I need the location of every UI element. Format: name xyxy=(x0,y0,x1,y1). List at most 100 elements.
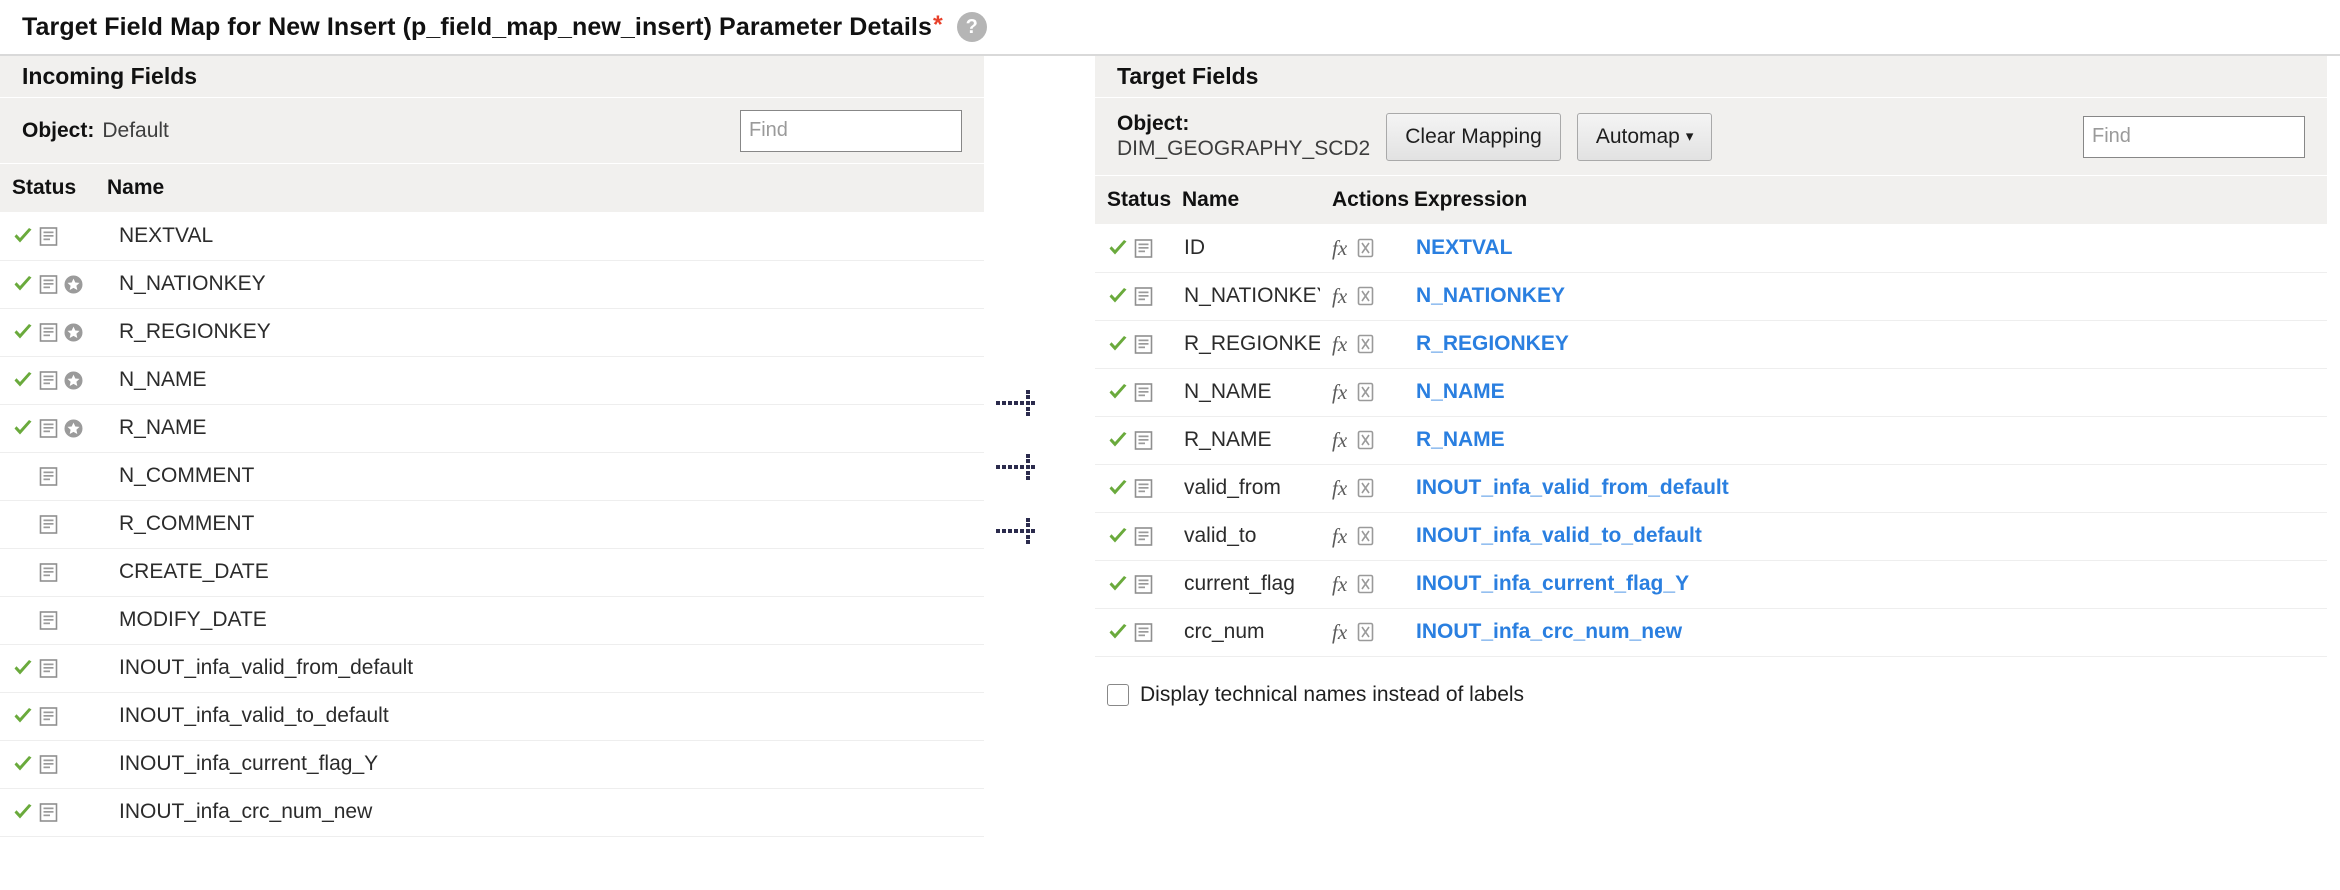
target-field-row[interactable]: R_NAME fx R_NAME xyxy=(1095,416,2327,465)
incoming-row-status xyxy=(0,692,95,741)
target-field-row[interactable]: current_flag fx INOUT_infa_current_flag_Y xyxy=(1095,560,2327,609)
target-field-row[interactable]: valid_from fx INOUT_infa_valid_from_defaul… xyxy=(1095,464,2327,513)
expression-link[interactable]: INOUT_infa_current_flag_Y xyxy=(1416,572,1689,595)
fx-icon[interactable]: fx xyxy=(1332,477,1347,499)
field-detail-icon[interactable] xyxy=(38,562,59,583)
fx-icon[interactable]: fx xyxy=(1332,237,1347,259)
target-row-expression[interactable]: INOUT_infa_valid_to_default xyxy=(1402,512,2327,561)
target-field-row[interactable]: N_NATIONKEY fx N_NATIONKEY xyxy=(1095,272,2327,321)
mapping-arrow-icon[interactable] xyxy=(995,454,1039,480)
target-field-row[interactable]: crc_num fx INOUT_infa_crc_num_new xyxy=(1095,608,2327,657)
field-detail-icon[interactable] xyxy=(38,514,59,535)
field-detail-icon[interactable] xyxy=(1133,238,1154,259)
incoming-field-row[interactable]: N_NATIONKEY xyxy=(0,260,984,309)
expression-link[interactable]: NEXTVAL xyxy=(1416,236,1512,259)
target-row-expression[interactable]: INOUT_infa_valid_from_default xyxy=(1402,464,2327,513)
field-detail-icon[interactable] xyxy=(38,466,59,487)
field-detail-icon[interactable] xyxy=(38,418,59,439)
fx-icon[interactable]: fx xyxy=(1332,333,1347,355)
clear-mapping-button[interactable]: Clear Mapping xyxy=(1386,112,1561,161)
fx-icon[interactable]: fx xyxy=(1332,429,1347,451)
target-field-row[interactable]: ID fx NEXTVAL xyxy=(1095,224,2327,273)
expression-link[interactable]: INOUT_infa_crc_num_new xyxy=(1416,620,1682,643)
field-detail-icon[interactable] xyxy=(1133,334,1154,355)
field-detail-icon[interactable] xyxy=(38,370,59,391)
clear-expression-icon[interactable] xyxy=(1356,430,1375,450)
clear-expression-icon[interactable] xyxy=(1356,574,1375,594)
incoming-row-name: N_NAME xyxy=(95,356,984,405)
field-detail-icon[interactable] xyxy=(1133,478,1154,499)
expression-link[interactable]: R_REGIONKEY xyxy=(1416,332,1569,355)
incoming-field-row[interactable]: INOUT_infa_valid_from_default xyxy=(0,644,984,693)
incoming-row-status xyxy=(0,452,95,501)
field-detail-icon[interactable] xyxy=(1133,622,1154,643)
incoming-field-row[interactable]: R_REGIONKEY xyxy=(0,308,984,357)
fx-icon[interactable]: fx xyxy=(1332,621,1347,643)
expression-link[interactable]: INOUT_infa_valid_from_default xyxy=(1416,476,1729,499)
field-detail-icon[interactable] xyxy=(38,322,59,343)
incoming-field-row[interactable]: INOUT_infa_valid_to_default xyxy=(0,692,984,741)
primary-key-icon xyxy=(63,370,84,391)
field-detail-icon[interactable] xyxy=(38,802,59,823)
field-detail-icon[interactable] xyxy=(1133,430,1154,451)
incoming-field-row[interactable]: R_COMMENT xyxy=(0,500,984,549)
expression-link[interactable]: N_NAME xyxy=(1416,380,1505,403)
incoming-field-row[interactable]: NEXTVAL xyxy=(0,212,984,261)
mapping-arrow-icon[interactable] xyxy=(995,518,1039,544)
target-row-expression[interactable]: N_NAME xyxy=(1402,368,2327,417)
incoming-field-row[interactable]: CREATE_DATE xyxy=(0,548,984,597)
display-technical-names-row[interactable]: Display technical names instead of label… xyxy=(1095,657,2327,707)
clear-expression-icon[interactable] xyxy=(1356,382,1375,402)
field-detail-icon[interactable] xyxy=(38,754,59,775)
incoming-field-row[interactable]: MODIFY_DATE xyxy=(0,596,984,645)
field-detail-icon[interactable] xyxy=(38,610,59,631)
incoming-field-row[interactable]: N_COMMENT xyxy=(0,452,984,501)
target-row-expression[interactable]: INOUT_infa_current_flag_Y xyxy=(1402,560,2327,609)
target-row-expression[interactable]: N_NATIONKEY xyxy=(1402,272,2327,321)
clear-expression-icon[interactable] xyxy=(1356,238,1375,258)
display-technical-names-checkbox[interactable] xyxy=(1107,683,1129,706)
mapping-arrow-icon[interactable] xyxy=(995,390,1039,416)
field-detail-icon[interactable] xyxy=(38,226,59,247)
field-detail-icon[interactable] xyxy=(38,706,59,727)
incoming-field-row[interactable]: N_NAME xyxy=(0,356,984,405)
target-row-expression[interactable]: R_NAME xyxy=(1402,416,2327,465)
automap-button[interactable]: Automap ▾ xyxy=(1576,112,1713,161)
field-detail-icon[interactable] xyxy=(1133,382,1154,403)
expression-link[interactable]: N_NATIONKEY xyxy=(1416,284,1565,307)
field-detail-icon[interactable] xyxy=(38,274,59,295)
incoming-row-status xyxy=(0,740,95,789)
incoming-row-name: R_COMMENT xyxy=(95,500,984,549)
fx-icon[interactable]: fx xyxy=(1332,573,1347,595)
help-circle-icon[interactable]: ? xyxy=(956,12,987,42)
field-detail-icon[interactable] xyxy=(1133,574,1154,595)
incoming-field-row[interactable]: R_NAME xyxy=(0,404,984,453)
clear-expression-icon[interactable] xyxy=(1356,334,1375,354)
target-field-row[interactable]: N_NAME fx N_NAME xyxy=(1095,368,2327,417)
field-detail-icon[interactable] xyxy=(38,658,59,679)
incoming-field-row[interactable]: INOUT_infa_crc_num_new xyxy=(0,788,984,837)
expression-link[interactable]: INOUT_infa_valid_to_default xyxy=(1416,524,1702,547)
clear-expression-icon[interactable] xyxy=(1356,286,1375,306)
incoming-row-status xyxy=(0,548,95,597)
clear-expression-icon[interactable] xyxy=(1356,526,1375,546)
target-find-input[interactable] xyxy=(2083,115,2305,158)
target-row-actions: fx xyxy=(1320,224,1402,273)
target-row-expression[interactable]: NEXTVAL xyxy=(1402,224,2327,273)
target-field-row[interactable]: valid_to fx INOUT_infa_valid_to_default xyxy=(1095,512,2327,561)
target-field-row[interactable]: R_REGIONKEY fx R_REGIONKEY xyxy=(1095,320,2327,369)
fx-icon[interactable]: fx xyxy=(1332,525,1347,547)
target-row-expression[interactable]: R_REGIONKEY xyxy=(1402,320,2327,369)
field-detail-icon[interactable] xyxy=(1133,526,1154,547)
status-ok-icon xyxy=(12,657,34,679)
clear-expression-icon[interactable] xyxy=(1356,622,1375,642)
fx-icon[interactable]: fx xyxy=(1332,381,1347,403)
incoming-field-row[interactable]: INOUT_infa_current_flag_Y xyxy=(0,740,984,789)
fx-icon[interactable]: fx xyxy=(1332,285,1347,307)
target-row-expression[interactable]: INOUT_infa_crc_num_new xyxy=(1402,608,2327,657)
field-detail-icon[interactable] xyxy=(1133,286,1154,307)
expression-link[interactable]: R_NAME xyxy=(1416,428,1505,451)
clear-expression-icon[interactable] xyxy=(1356,478,1375,498)
incoming-find-input[interactable] xyxy=(740,109,962,152)
target-row-name: crc_num xyxy=(1170,608,1320,657)
